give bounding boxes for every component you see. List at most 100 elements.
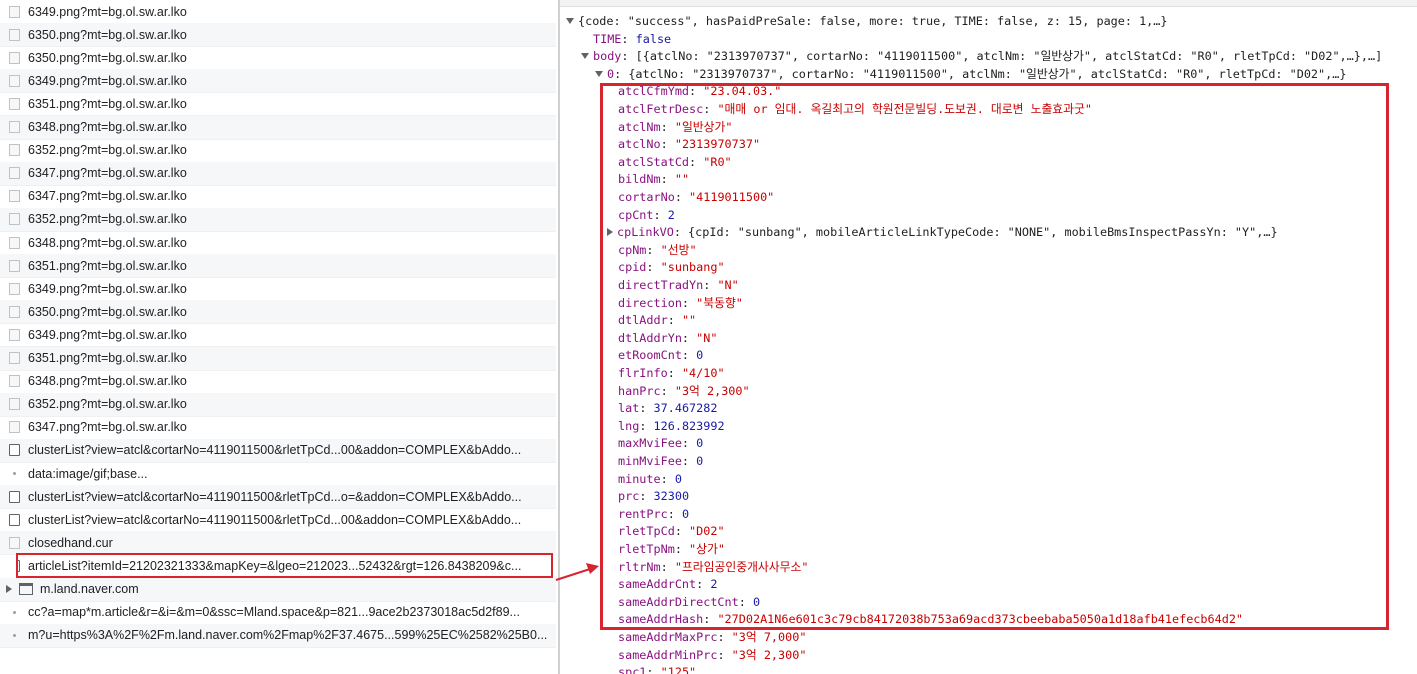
json-colon: : [703,278,718,292]
request-row[interactable]: 6351.png?mt=bg.ol.sw.ar.lko [0,346,556,371]
json-root-line[interactable]: {code: "success", hasPaidPreSale: false,… [566,13,1168,31]
json-colon: : [681,436,697,451]
json-field-line[interactable]: flrInfo: "4/10" [618,365,725,383]
json-field-line[interactable]: cpid: "sunbang" [618,259,725,277]
json-field-line[interactable]: hanPrc: "3억 2,300" [618,383,750,401]
json-value: 126.823992 [653,418,725,433]
json-field-line[interactable]: dtlAddr: "" [618,312,696,330]
request-row[interactable]: clusterList?view=atcl&cortarNo=411901150… [0,438,556,463]
json-field-line[interactable]: sameAddrDirectCnt: 0 [618,594,760,612]
request-row[interactable]: 6352.png?mt=bg.ol.sw.ar.lko [0,392,556,417]
json-line[interactable]: TIME: false [593,31,671,49]
json-value: 2 [710,577,718,592]
dot-icon [13,610,16,614]
request-name: 6352.png?mt=bg.ol.sw.ar.lko [28,212,187,227]
json-colon: : [673,225,689,240]
request-row[interactable]: 6349.png?mt=bg.ol.sw.ar.lko [0,277,556,302]
request-row[interactable]: 6348.png?mt=bg.ol.sw.ar.lko [0,115,556,140]
image-file-icon [9,375,20,388]
image-file-icon [9,144,20,157]
json-value: "R0" [703,154,732,169]
response-preview-panel: {code: "success", hasPaidPreSale: false,… [560,0,1417,674]
json-item-line[interactable]: 0: {atclNo: "2313970737", cortarNo: "411… [595,66,1346,84]
json-value: "매매 or 임대. 옥길최고의 학원전문빌딩.도보권. 대로변 노출효과굿" [717,102,1092,116]
json-field-line[interactable]: lat: 37.467282 [618,400,717,418]
json-field-line[interactable]: cpCnt: 2 [618,207,675,225]
json-field-line[interactable]: direction: "북동향" [618,295,743,313]
request-row[interactable]: 6351.png?mt=bg.ol.sw.ar.lko [0,92,556,117]
json-field-line[interactable]: rletTpCd: "D02" [618,523,725,541]
json-colon: : [667,366,682,380]
json-key: bildNm [618,172,661,187]
json-field-line[interactable]: spc1: "125" [618,664,696,674]
json-field-line[interactable]: bildNm: "" [618,171,689,189]
json-field-line[interactable]: cortarNo: "4119011500" [618,189,774,207]
request-row[interactable]: data:image/gif;base... [0,462,556,486]
json-field-line[interactable]: etRoomCnt: 0 [618,347,703,365]
request-row[interactable]: 6349.png?mt=bg.ol.sw.ar.lko [0,323,556,348]
json-field-line[interactable]: rltrNm: "프라임공인중개사사무소" [618,559,808,577]
request-row[interactable]: m?u=https%3A%2F%2Fm.land.naver.com%2Fmap… [0,623,556,648]
image-file-icon [9,421,20,434]
json-field-line[interactable]: atclNm: "일반상가" [618,119,732,137]
collapse-triangle-icon[interactable] [595,70,603,77]
json-field-line[interactable]: sameAddrMaxPrc: "3억 7,000" [618,629,806,647]
json-field-line[interactable]: prc: 32300 [618,488,689,506]
document-icon [9,490,20,503]
json-colon: : [667,313,682,328]
json-colon: : [674,524,690,539]
request-row[interactable]: 6348.png?mt=bg.ol.sw.ar.lko [0,370,556,394]
request-row[interactable]: 6347.png?mt=bg.ol.sw.ar.lko [0,416,556,440]
json-value: "" [681,313,697,328]
collapse-triangle-icon[interactable] [566,18,574,24]
request-row[interactable]: m.land.naver.com [0,577,556,602]
selected-request-row[interactable]: articleList?itemId=21202321333&mapKey=&l… [16,553,553,579]
request-row[interactable]: 6349.png?mt=bg.ol.sw.ar.lko [0,0,556,24]
json-field-line[interactable]: rentPrc: 0 [618,506,689,524]
collapse-triangle-icon[interactable] [581,53,589,60]
request-row[interactable]: clusterList?view=atcl&cortarNo=411901150… [0,485,556,510]
request-row[interactable]: 6350.png?mt=bg.ol.sw.ar.lko [0,300,556,325]
json-value: "상가" [689,542,725,556]
json-field-line[interactable]: maxMviFee: 0 [618,435,703,453]
json-key: dtlAddr [618,313,668,328]
json-field-line[interactable]: atclStatCd: "R0" [618,154,732,172]
json-field-line[interactable]: minute: 0 [618,471,682,489]
request-row[interactable]: 6349.png?mt=bg.ol.sw.ar.lko [0,69,556,94]
request-row[interactable]: 6351.png?mt=bg.ol.sw.ar.lko [0,254,556,279]
json-field-line[interactable]: sameAddrMinPrc: "3억 2,300" [618,647,806,665]
request-row[interactable]: 6348.png?mt=bg.ol.sw.ar.lko [0,231,556,255]
json-field-line[interactable]: sameAddrHash: "27D02A1N6e601c3c79cb84172… [618,611,1243,629]
expand-triangle-icon[interactable] [6,585,12,593]
json-field-line[interactable]: atclNo: "2313970737" [618,136,760,154]
json-field-line[interactable]: cpNm: "선방" [618,242,697,260]
json-value: "3억 7,000" [731,630,807,644]
image-file-icon [9,352,20,364]
json-field-line[interactable]: cpLinkVO: {cpId: "sunbang", mobileArticl… [607,224,1278,242]
json-value: "N" [696,330,718,345]
json-field-line[interactable]: rletTpNm: "상가" [618,541,725,559]
request-row[interactable]: 6352.png?mt=bg.ol.sw.ar.lko [0,207,556,232]
request-row[interactable]: 6352.png?mt=bg.ol.sw.ar.lko [0,139,556,163]
json-field-line[interactable]: sameAddrCnt: 2 [618,576,717,594]
request-name: clusterList?view=atcl&cortarNo=411901150… [28,489,522,504]
request-row[interactable]: 6347.png?mt=bg.ol.sw.ar.lko [0,185,556,209]
json-field-line[interactable]: minMviFee: 0 [618,453,703,471]
json-field-line[interactable]: atclFetrDesc: "매매 or 임대. 옥길최고의 학원전문빌딩.도보… [618,101,1092,119]
json-field-line[interactable]: lng: 126.823992 [618,418,725,436]
json-body-line[interactable]: body: [{atclNo: "2313970737", cortarNo: … [581,48,1382,66]
request-row[interactable]: 6350.png?mt=bg.ol.sw.ar.lko [0,46,556,71]
request-row[interactable]: clusterList?view=atcl&cortarNo=411901150… [0,508,556,533]
json-value: "선방" [660,242,697,257]
json-field-line[interactable]: atclCfmYmd: "23.04.03." [618,83,781,101]
request-row[interactable]: 6350.png?mt=bg.ol.sw.ar.lko [0,23,556,48]
image-file-icon [9,51,20,64]
request-row[interactable]: 6347.png?mt=bg.ol.sw.ar.lko [0,161,556,186]
json-field-line[interactable]: dtlAddrYn: "N" [618,330,717,348]
json-colon: : [703,612,718,627]
request-row[interactable]: cc?a=map*m.article&r=&i=&m=0&ssc=Mland.s… [0,601,556,625]
expand-triangle-icon[interactable] [607,228,613,237]
json-field-line[interactable]: directTradYn: "N" [618,277,739,295]
json-key: sameAddrDirectCnt [618,594,739,609]
request-row[interactable]: closedhand.cur [0,531,556,556]
